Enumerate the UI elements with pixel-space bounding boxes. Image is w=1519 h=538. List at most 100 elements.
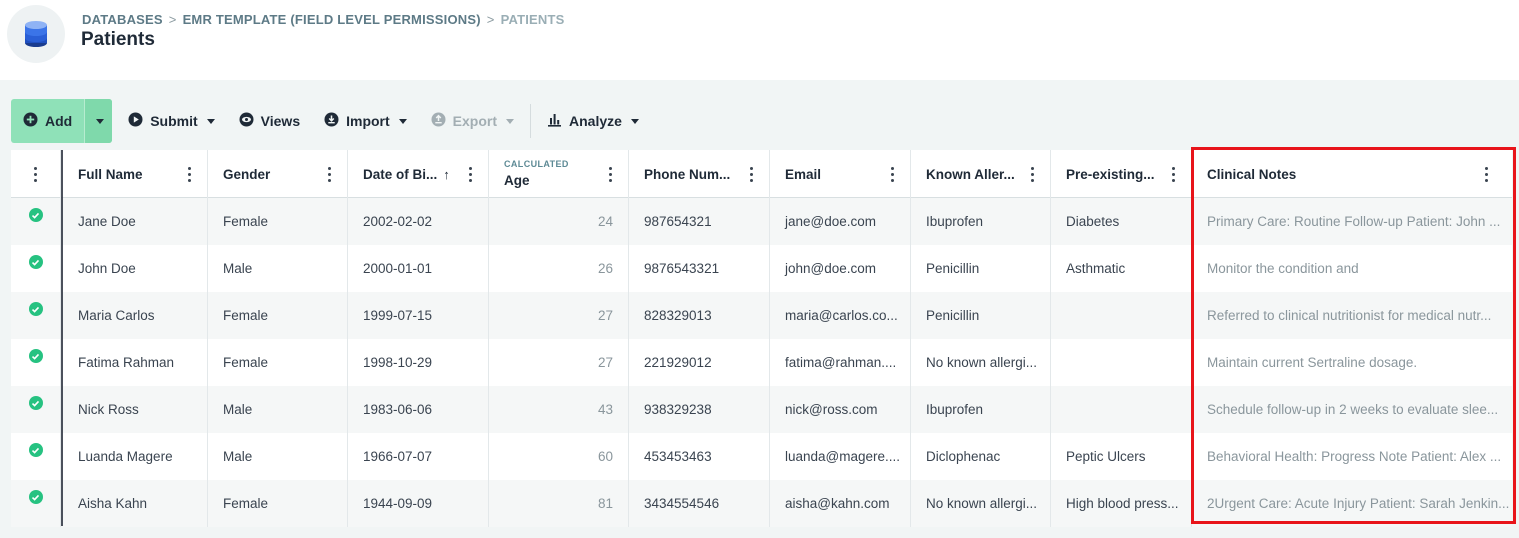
cell-full-name[interactable]: Maria Carlos [63,292,208,339]
cell-date-of-birth[interactable]: 2002-02-02 [348,198,489,245]
cell-age[interactable]: 81 [489,480,629,527]
cell-email[interactable]: maria@carlos.co... [770,292,911,339]
column-header-phone[interactable]: Phone Num... [629,150,770,198]
cell-gender[interactable]: Male [208,433,348,480]
column-header-email[interactable]: Email [770,150,911,198]
cell-gender[interactable]: Female [208,198,348,245]
add-button[interactable]: Add [11,99,84,143]
cell-pre-existing[interactable]: Diabetes [1051,198,1192,245]
cell-pre-existing[interactable]: Asthmatic [1051,245,1192,292]
more-vertical-icon[interactable] [1167,164,1179,184]
import-button[interactable]: Import [312,99,419,143]
cell-email[interactable]: jane@doe.com [770,198,911,245]
cell-full-name[interactable]: Luanda Magere [63,433,208,480]
views-button[interactable]: Views [227,99,312,143]
more-vertical-icon[interactable] [745,164,757,184]
cell-known-allergies[interactable]: Diclophenac [911,433,1051,480]
cell-clinical-notes[interactable]: Primary Care: Routine Follow-up Patient:… [1192,198,1512,245]
row-status-cell[interactable] [11,339,61,386]
cell-gender[interactable]: Female [208,339,348,386]
cell-age[interactable]: 27 [489,292,629,339]
table-row[interactable]: Luanda Magere Male 1966-07-07 60 453453463 lu… [11,433,1512,480]
column-header-age[interactable]: CALCULATED Age [489,150,629,198]
cell-age[interactable]: 27 [489,339,629,386]
cell-email[interactable]: fatima@rahman.... [770,339,911,386]
cell-full-name[interactable]: Aisha Kahn [63,480,208,527]
cell-pre-existing[interactable]: High blood press... [1051,480,1192,527]
cell-date-of-birth[interactable]: 1999-07-15 [348,292,489,339]
cell-clinical-notes[interactable]: Maintain current Sertraline dosage. [1192,339,1512,386]
more-vertical-icon[interactable] [1480,164,1492,184]
table-row[interactable]: Fatima Rahman Female 1998-10-29 27 221929012… [11,339,1512,386]
sort-ascending-icon[interactable]: ↑ [443,167,450,182]
cell-gender[interactable]: Female [208,480,348,527]
more-vertical-icon[interactable] [464,164,476,184]
cell-phone[interactable]: 453453463 [629,433,770,480]
cell-age[interactable]: 24 [489,198,629,245]
cell-clinical-notes[interactable]: 2Urgent Care: Acute Injury Patient: Sara… [1192,480,1512,527]
cell-email[interactable]: john@doe.com [770,245,911,292]
column-header-known-allergies[interactable]: Known Aller... [911,150,1051,198]
row-status-cell[interactable] [11,433,61,480]
cell-gender[interactable]: Male [208,245,348,292]
cell-email[interactable]: luanda@magere.... [770,433,911,480]
cell-clinical-notes[interactable]: Schedule follow-up in 2 weeks to evaluat… [1192,386,1512,433]
cell-known-allergies[interactable]: Penicillin [911,292,1051,339]
table-row[interactable]: John Doe Male 2000-01-01 26 9876543321 john@d… [11,245,1512,292]
cell-clinical-notes[interactable]: Monitor the condition and [1192,245,1512,292]
cell-clinical-notes[interactable]: Referred to clinical nutritionist for me… [1192,292,1512,339]
cell-known-allergies[interactable]: Ibuprofen [911,198,1051,245]
cell-pre-existing[interactable]: Peptic Ulcers [1051,433,1192,480]
breadcrumb-databases[interactable]: DATABASES [82,12,163,27]
row-status-cell[interactable] [11,198,61,245]
breadcrumb-emr-template[interactable]: EMR TEMPLATE (FIELD LEVEL PERMISSIONS) [183,12,481,27]
submit-button[interactable]: Submit [116,99,226,143]
cell-phone[interactable]: 221929012 [629,339,770,386]
cell-known-allergies[interactable]: No known allergi... [911,480,1051,527]
row-status-cell[interactable] [11,386,61,433]
cell-age[interactable]: 26 [489,245,629,292]
cell-date-of-birth[interactable]: 1983-06-06 [348,386,489,433]
cell-phone[interactable]: 828329013 [629,292,770,339]
cell-email[interactable]: aisha@kahn.com [770,480,911,527]
column-header-gender[interactable]: Gender [208,150,348,198]
column-header-clinical-notes[interactable]: Clinical Notes [1192,150,1512,198]
cell-gender[interactable]: Female [208,292,348,339]
table-row[interactable]: Jane Doe Female 2002-02-02 24 987654321 jane@… [11,198,1512,245]
row-status-cell[interactable] [11,292,61,339]
cell-age[interactable]: 60 [489,433,629,480]
more-vertical-icon[interactable] [183,164,195,184]
cell-full-name[interactable]: Fatima Rahman [63,339,208,386]
cell-phone[interactable]: 3434554546 [629,480,770,527]
cell-phone[interactable]: 987654321 [629,198,770,245]
table-row[interactable]: Aisha Kahn Female 1944-09-09 81 3434554546 ai… [11,480,1512,527]
cell-pre-existing[interactable] [1051,339,1192,386]
cell-date-of-birth[interactable]: 1966-07-07 [348,433,489,480]
cell-date-of-birth[interactable]: 1944-09-09 [348,480,489,527]
cell-age[interactable]: 43 [489,386,629,433]
cell-full-name[interactable]: John Doe [63,245,208,292]
column-header-date-of-birth[interactable]: Date of Bi... ↑ [348,150,489,198]
add-dropdown-button[interactable] [84,99,113,143]
more-vertical-icon[interactable] [1026,164,1038,184]
cell-known-allergies[interactable]: Penicillin [911,245,1051,292]
cell-gender[interactable]: Male [208,386,348,433]
cell-email[interactable]: nick@ross.com [770,386,911,433]
more-vertical-icon[interactable] [604,164,616,184]
cell-full-name[interactable]: Nick Ross [63,386,208,433]
cell-pre-existing[interactable] [1051,386,1192,433]
cell-known-allergies[interactable]: No known allergi... [911,339,1051,386]
analyze-button[interactable]: Analyze [535,99,651,143]
row-status-cell[interactable] [11,480,61,527]
more-vertical-icon[interactable] [29,164,41,184]
cell-pre-existing[interactable] [1051,292,1192,339]
export-button[interactable]: Export [419,99,526,143]
row-status-cell[interactable] [11,245,61,292]
cell-known-allergies[interactable]: Ibuprofen [911,386,1051,433]
more-vertical-icon[interactable] [886,164,898,184]
column-header-pre-existing[interactable]: Pre-existing... [1051,150,1192,198]
more-vertical-icon[interactable] [323,164,335,184]
cell-phone[interactable]: 938329238 [629,386,770,433]
cell-phone[interactable]: 9876543321 [629,245,770,292]
table-row[interactable]: Nick Ross Male 1983-06-06 43 938329238 nick@r… [11,386,1512,433]
